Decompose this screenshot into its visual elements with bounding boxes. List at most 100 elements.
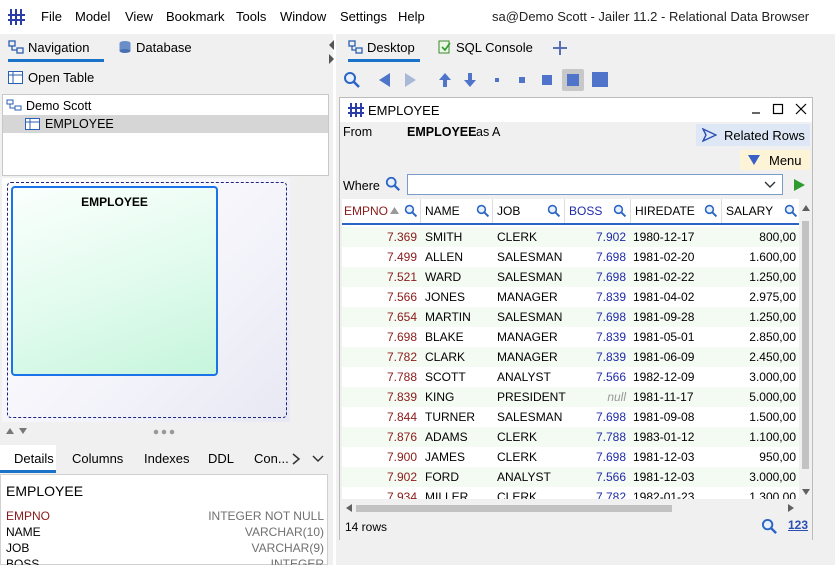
menu-help[interactable]: Help — [398, 9, 425, 24]
add-tab-icon[interactable] — [552, 40, 568, 56]
where-search-icon[interactable] — [385, 176, 401, 192]
page-indicator[interactable]: 123 — [788, 518, 808, 532]
splitter-grip-icon[interactable] — [153, 429, 177, 435]
table-row[interactable]: 7.782 CLARK MANAGER 7.839 1981-06-09 2.450,00 — [342, 347, 799, 367]
back-icon[interactable] — [376, 71, 394, 89]
find-icon[interactable] — [761, 518, 778, 535]
menu-model[interactable]: Model — [75, 9, 110, 24]
column-type: INTEGER NOT NULL — [208, 509, 324, 523]
menu-view[interactable]: View — [125, 9, 153, 24]
search-icon[interactable] — [343, 71, 361, 89]
table-row[interactable]: 7.369 SMITH CLERK 7.902 1980-12-17 800,00 — [342, 227, 799, 247]
vertical-scroll-thumb[interactable] — [802, 221, 809, 469]
graph-table-node[interactable]: EMPLOYEE — [11, 186, 218, 376]
tree-item-demo-scott[interactable]: Demo Scott — [3, 97, 328, 115]
tab-desktop[interactable]: Desktop — [348, 34, 420, 62]
table-row[interactable]: 7.839 KING PRESIDENT null 1981-11-17 5.000,00 — [342, 387, 799, 407]
header-job[interactable]: JOB — [493, 199, 565, 223]
table-row[interactable]: 7.654 MARTIN SALESMAN 7.698 1981-09-28 1.250,… — [342, 307, 799, 327]
cell-job: CLERK — [497, 490, 538, 499]
splitter-collapse-icon[interactable] — [328, 38, 336, 66]
run-icon[interactable] — [792, 178, 806, 192]
related-rows-label: Related Rows — [724, 128, 805, 143]
tab-indexes[interactable]: Indexes — [144, 451, 190, 466]
arrow-down-icon[interactable] — [461, 71, 479, 89]
tab-constraints[interactable]: Con... — [254, 451, 289, 466]
scroll-left-icon[interactable] — [346, 504, 352, 512]
column-search-icon[interactable] — [704, 204, 718, 218]
chevron-right-icon[interactable] — [291, 453, 301, 465]
cell-salary: 2.450,00 — [749, 350, 796, 364]
scroll-down-icon[interactable] — [802, 489, 810, 495]
cell-boss: 7.782 — [595, 490, 626, 499]
table-row[interactable]: 7.934 MILLER CLERK 7.782 1982-01-23 1.300,00 — [342, 487, 799, 499]
close-icon[interactable] — [795, 103, 807, 115]
menu-button[interactable]: Menu — [740, 150, 810, 170]
forward-icon[interactable] — [401, 71, 419, 89]
header-boss[interactable]: BOSS — [565, 199, 631, 223]
cell-salary: 1.300,00 — [749, 490, 796, 499]
header-salary[interactable]: SALARY — [722, 199, 799, 223]
tab-ddl[interactable]: DDL — [208, 451, 234, 466]
open-table-button[interactable]: Open Table — [8, 70, 94, 85]
related-rows-button[interactable]: Related Rows — [696, 124, 810, 146]
header-hiredate[interactable]: HIREDATE — [631, 199, 722, 223]
tab-navigation[interactable]: Navigation — [8, 34, 104, 62]
minimize-icon[interactable] — [750, 103, 762, 115]
zoom-tiny-icon[interactable] — [488, 71, 506, 89]
data-grid: EMPNO NAME JOB BOSS HIREDATE SALARY 7.36… — [342, 199, 799, 499]
menu-window[interactable]: Window — [280, 9, 326, 24]
menu-file[interactable]: File — [41, 9, 62, 24]
menu-bookmark[interactable]: Bookmark — [166, 9, 225, 24]
where-dropdown-icon[interactable] — [764, 181, 776, 189]
cell-job: ANALYST — [497, 370, 551, 384]
arrow-up-icon[interactable] — [436, 71, 454, 89]
maximize-icon[interactable] — [772, 103, 784, 115]
from-table: EMPLOYEE — [407, 125, 477, 139]
table-row[interactable]: 7.698 BLAKE MANAGER 7.839 1981-05-01 2.850,00 — [342, 327, 799, 347]
column-search-icon[interactable] — [476, 204, 490, 218]
table-tree: Demo Scott EMPLOYEE — [2, 94, 329, 176]
menu-settings[interactable]: Settings — [340, 9, 387, 24]
table-row[interactable]: 7.499 ALLEN SALESMAN 7.698 1981-02-20 1.600,0… — [342, 247, 799, 267]
chevron-down-icon[interactable] — [312, 455, 324, 463]
horizontal-scroll-thumb[interactable] — [356, 505, 672, 512]
zoom-huge-icon[interactable] — [591, 71, 609, 89]
column-search-icon[interactable] — [613, 204, 627, 218]
header-name[interactable]: NAME — [421, 199, 493, 223]
cell-empno: 7.839 — [386, 390, 417, 404]
table-row[interactable]: 7.844 TURNER SALESMAN 7.698 1981-09-08 1.500,… — [342, 407, 799, 427]
cell-hiredate: 1983-01-12 — [633, 430, 695, 444]
scroll-right-icon[interactable] — [788, 504, 794, 512]
alias-label: as A — [476, 125, 501, 139]
table-row[interactable]: 7.788 SCOTT ANALYST 7.566 1982-12-09 3.000,00 — [342, 367, 799, 387]
table-row[interactable]: 7.900 JAMES CLERK 7.698 1981-12-03 950,00 — [342, 447, 799, 467]
zoom-large-button[interactable] — [562, 69, 584, 91]
column-search-icon[interactable] — [547, 204, 561, 218]
table-row[interactable]: 7.521 WARD SALESMAN 7.698 1981-02-22 1.250,00 — [342, 267, 799, 287]
scroll-up-icon[interactable] — [802, 205, 810, 211]
zoom-medium-icon[interactable] — [538, 71, 556, 89]
where-input[interactable] — [407, 174, 783, 195]
tab-sql-console[interactable]: SQL Console — [438, 34, 538, 62]
table-row[interactable]: 7.876 ADAMS CLERK 7.788 1983-01-12 1.100,00 — [342, 427, 799, 447]
column-search-icon[interactable] — [784, 204, 798, 218]
table-row[interactable]: 7.902 FORD ANALYST 7.566 1981-12-03 3.000,00 — [342, 467, 799, 487]
zoom-small-icon[interactable] — [513, 71, 531, 89]
column-search-icon[interactable] — [404, 204, 418, 218]
tree-item-employee[interactable]: EMPLOYEE — [3, 115, 328, 133]
tab-database[interactable]: Database — [118, 34, 218, 62]
model-graph[interactable]: EMPLOYEE — [2, 178, 290, 422]
vertical-scrollbar[interactable] — [799, 199, 812, 502]
horizontal-scrollbar[interactable] — [342, 501, 799, 515]
cell-boss: 7.839 — [595, 330, 626, 344]
menu-tools[interactable]: Tools — [236, 9, 266, 24]
splitter-arrows-icon[interactable] — [6, 427, 30, 435]
table-row[interactable]: 7.566 JONES MANAGER 7.839 1981-04-02 2.975,00 — [342, 287, 799, 307]
row-count: 14 rows — [345, 520, 388, 534]
tab-details[interactable]: Details — [0, 445, 56, 473]
desktop-icon — [348, 40, 363, 54]
tab-columns[interactable]: Columns — [72, 451, 123, 466]
header-empno[interactable]: EMPNO — [342, 199, 421, 223]
tab-desktop-label: Desktop — [367, 40, 415, 55]
